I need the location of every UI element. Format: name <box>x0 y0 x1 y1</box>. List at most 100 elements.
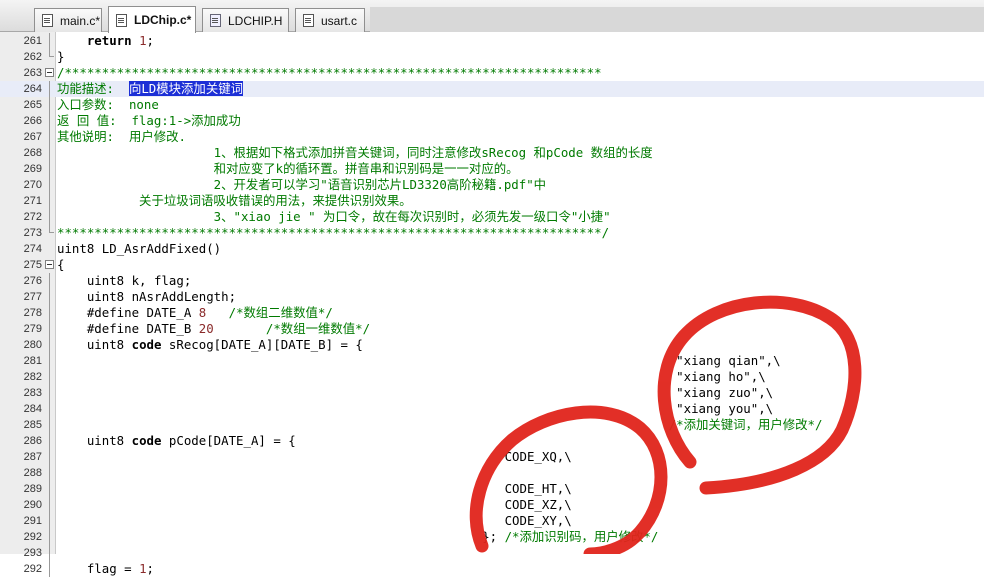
code-line[interactable]: 269 和对应变了k的循环置。拼音串和识别码是一一对应的。 <box>0 161 984 177</box>
fold-guide <box>49 497 50 513</box>
code-token: }; <box>57 529 505 544</box>
fold-collapse-icon[interactable] <box>45 68 54 77</box>
code-line[interactable]: 292 flag = 1; <box>0 561 984 577</box>
line-number: 291 <box>23 515 42 527</box>
code-line[interactable]: 285 /*添加关键词，用户修改*/ <box>0 417 984 433</box>
code-text: 关于垃圾词语吸收错误的用法，来提供识别效果。 <box>57 193 412 209</box>
code-text: uint8 code pCode[DATE_A] = { <box>57 433 296 449</box>
code-line[interactable]: 276 uint8 k, flag; <box>0 273 984 289</box>
code-line[interactable]: 274 uint8 LD_AsrAddFixed() <box>0 241 984 257</box>
line-number: 292 <box>23 531 42 543</box>
line-number: 286 <box>23 435 42 447</box>
fold-guide <box>49 545 50 561</box>
fold-guide <box>49 385 50 401</box>
line-number: 261 <box>23 35 42 47</box>
code-line[interactable]: 277 uint8 nAsrAddLength; <box>0 289 984 305</box>
code-token: /*数组一维数值*/ <box>265 321 371 336</box>
line-number: 293 <box>23 547 42 559</box>
code-line[interactable]: 284 "xiang you",\ <box>0 401 984 417</box>
code-text: "xiang qian",\ <box>57 353 780 369</box>
h-file-icon <box>210 14 221 27</box>
code-line[interactable]: 272 3、"xiao jie " 为口令，故在每次识别时，必须先发一级口令"小… <box>0 209 984 225</box>
code-line[interactable]: 293 <box>0 545 984 561</box>
code-token: /*添加关键词，用户修改*/ <box>668 417 823 432</box>
line-number: 282 <box>23 371 42 383</box>
code-text: /*添加关键词，用户修改*/ <box>57 417 823 433</box>
fold-collapse-icon[interactable] <box>45 260 54 269</box>
fold-guide <box>49 161 50 177</box>
tab-ldchip-c[interactable]: LDChip.c* <box>108 6 196 33</box>
code-text: 功能描述: 向LD模块添加关键词 <box>57 81 243 97</box>
tab-main-c[interactable]: main.c* <box>34 8 102 32</box>
code-line[interactable]: 275 { <box>0 257 984 273</box>
code-text: "xiang zuo",\ <box>57 385 773 401</box>
code-line[interactable]: 266 返 回 值: flag:1->添加成功 <box>0 113 984 129</box>
code-text: /***************************************… <box>57 65 602 81</box>
code-line[interactable]: 265 入口参数: none <box>0 97 984 113</box>
code-line[interactable]: 290 CODE_XZ,\ <box>0 497 984 513</box>
code-token: code <box>131 433 162 448</box>
code-text: } <box>57 49 64 65</box>
code-text: 3、"xiao jie " 为口令，故在每次识别时，必须先发一级口令"小捷" <box>57 209 611 225</box>
code-line[interactable]: 289 CODE_HT,\ <box>0 481 984 497</box>
line-number: 275 <box>23 259 42 271</box>
code-line[interactable]: 283 "xiang zuo",\ <box>0 385 984 401</box>
c-file-icon <box>116 13 127 27</box>
code-line[interactable]: 261 return 1; <box>0 33 984 49</box>
line-number: 268 <box>23 147 42 159</box>
fold-end-marker <box>49 225 54 233</box>
line-number: 262 <box>23 51 42 63</box>
fold-guide <box>49 481 50 497</box>
code-line[interactable]: 286 uint8 code pCode[DATE_A] = { <box>0 433 984 449</box>
code-line[interactable]: 263 /************************************… <box>0 65 984 81</box>
c-file-icon <box>42 14 53 27</box>
code-line[interactable]: 268 1、根据如下格式添加拼音关键词，同时注意修改sRecog 和pCode … <box>0 145 984 161</box>
code-line[interactable]: 288 <box>0 465 984 481</box>
code-token: 1、根据如下格式添加拼音关键词，同时注意修改sRecog 和pCode 数组的长… <box>57 145 653 160</box>
code-line[interactable]: 281 "xiang qian",\ <box>0 353 984 369</box>
code-line[interactable]: 262} <box>0 49 984 65</box>
code-line[interactable]: 287 CODE_XQ,\ <box>0 449 984 465</box>
code-line[interactable]: 264 功能描述: 向LD模块添加关键词 <box>0 81 984 97</box>
code-token: 3、"xiao jie " 为口令，故在每次识别时，必须先发一级口令"小捷" <box>57 209 611 224</box>
fold-guide <box>49 449 50 465</box>
fold-guide <box>49 369 50 385</box>
code-text: uint8 k, flag; <box>57 273 191 289</box>
code-text: }; /*添加识别码，用户修改*/ <box>57 529 658 545</box>
code-line[interactable]: 270 2、开发者可以学习"语音识别芯片LD3320高阶秘籍.pdf"中 <box>0 177 984 193</box>
fold-guide <box>49 273 50 289</box>
line-number: 272 <box>23 211 42 223</box>
line-number: 279 <box>23 323 42 335</box>
code-text: uint8 nAsrAddLength; <box>57 289 236 305</box>
code-line[interactable]: 280 uint8 code sRecog[DATE_A][DATE_B] = … <box>0 337 984 353</box>
fold-guide <box>49 209 50 225</box>
code-line[interactable]: 271 关于垃圾词语吸收错误的用法，来提供识别效果。 <box>0 193 984 209</box>
fold-guide <box>49 145 50 161</box>
code-text: ****************************************… <box>57 225 609 241</box>
fold-guide <box>49 353 50 369</box>
tab-ldchip-h[interactable]: LDCHIP.H <box>202 8 289 32</box>
code-line[interactable]: 278 #define DATE_A 8 /*数组二维数值*/ <box>0 305 984 321</box>
code-token: 功能描述: <box>57 81 129 96</box>
code-line[interactable]: 291 CODE_XY,\ <box>0 513 984 529</box>
code-line[interactable]: 279 #define DATE_B 20 /*数组一维数值*/ <box>0 321 984 337</box>
code-text: 返 回 值: flag:1->添加成功 <box>57 113 241 129</box>
fold-guide <box>49 401 50 417</box>
code-token: /*数组二维数值*/ <box>228 305 333 320</box>
code-text: flag = 1; <box>57 561 154 577</box>
code-token: ; <box>146 561 154 576</box>
code-token: code <box>131 337 162 352</box>
code-line[interactable]: 282 "xiang ho",\ <box>0 369 984 385</box>
code-token: #define DATE_B <box>57 321 199 336</box>
code-line[interactable]: 267 其他说明: 用户修改. <box>0 129 984 145</box>
tab-usart-c[interactable]: usart.c <box>295 8 365 32</box>
fold-guide <box>49 561 50 577</box>
code-line[interactable]: 273 *************************************… <box>0 225 984 241</box>
code-text: { <box>57 257 64 273</box>
tab-label: LDCHIP.H <box>228 13 283 28</box>
fold-guide <box>49 81 50 97</box>
fold-guide <box>49 97 50 113</box>
code-line[interactable]: 292 }; /*添加识别码，用户修改*/ <box>0 529 984 545</box>
